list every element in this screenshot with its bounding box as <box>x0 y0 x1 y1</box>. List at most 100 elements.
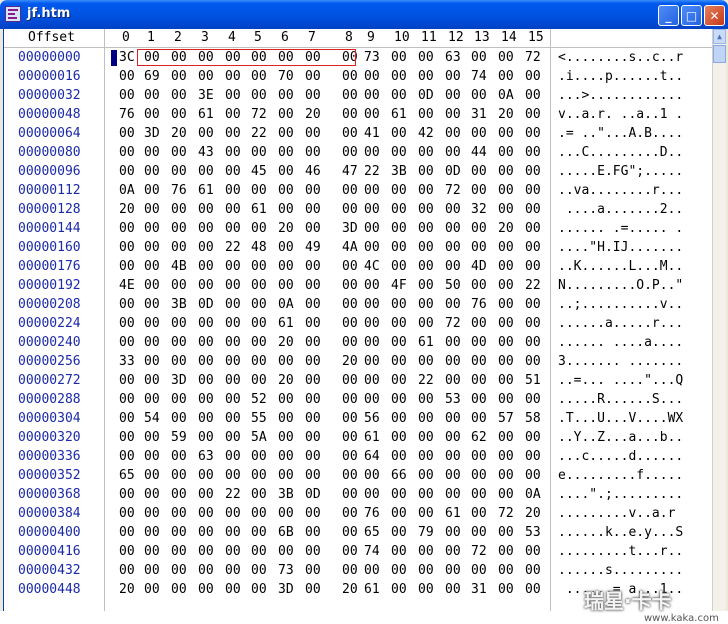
hex-byte[interactable]: 00 <box>119 238 135 257</box>
hex-byte[interactable]: 4C <box>364 257 380 276</box>
hex-byte[interactable]: 00 <box>391 143 407 162</box>
hex-byte[interactable]: 00 <box>364 200 380 219</box>
hex-byte[interactable]: 00 <box>364 219 380 238</box>
hex-byte[interactable]: 00 <box>525 542 541 561</box>
hex-byte[interactable]: 3C <box>119 48 135 67</box>
hex-byte[interactable]: 00 <box>525 162 541 181</box>
hex-byte[interactable]: 00 <box>525 314 541 333</box>
hex-byte[interactable]: 00 <box>251 447 267 466</box>
ascii-row[interactable]: .....R......S... <box>553 390 711 409</box>
hex-byte[interactable]: 00 <box>418 314 434 333</box>
hex-byte[interactable]: 00 <box>498 580 514 599</box>
hex-byte[interactable]: 00 <box>445 67 461 86</box>
hex-byte[interactable]: 20 <box>119 580 135 599</box>
ascii-row[interactable]: .= .."...A.B.... <box>553 124 711 143</box>
hex-byte[interactable]: 00 <box>471 523 487 542</box>
hex-byte[interactable]: 00 <box>364 295 380 314</box>
hex-byte[interactable]: 00 <box>445 124 461 143</box>
ascii-row[interactable]: N.........O.P.." <box>553 276 711 295</box>
hex-byte[interactable]: 00 <box>364 466 380 485</box>
hex-byte[interactable]: 61 <box>364 580 380 599</box>
hex-byte[interactable]: 64 <box>364 447 380 466</box>
hex-byte[interactable]: 00 <box>225 162 241 181</box>
hex-byte[interactable]: 00 <box>171 162 187 181</box>
hex-byte[interactable]: 00 <box>445 485 461 504</box>
hex-byte[interactable]: 00 <box>342 181 358 200</box>
hex-byte[interactable]: 00 <box>198 561 214 580</box>
hex-byte[interactable]: 20 <box>342 580 358 599</box>
hex-byte[interactable]: 45 <box>251 162 267 181</box>
hex-byte[interactable]: 00 <box>251 219 267 238</box>
hex-byte[interactable]: 20 <box>498 105 514 124</box>
hex-byte[interactable]: 00 <box>342 276 358 295</box>
hex-byte[interactable]: 00 <box>445 86 461 105</box>
hex-byte[interactable]: 00 <box>119 447 135 466</box>
hex-byte[interactable]: 00 <box>342 409 358 428</box>
hex-byte[interactable]: 00 <box>305 561 321 580</box>
hex-byte[interactable]: 00 <box>119 67 135 86</box>
hex-byte[interactable]: 00 <box>251 86 267 105</box>
hex-byte[interactable]: 00 <box>342 542 358 561</box>
hex-byte[interactable]: 00 <box>471 124 487 143</box>
hex-byte[interactable]: 00 <box>391 295 407 314</box>
hex-byte[interactable]: 00 <box>144 371 160 390</box>
hex-byte[interactable]: 00 <box>498 561 514 580</box>
hex-byte[interactable]: 0A <box>278 295 294 314</box>
hex-editor-icon[interactable] <box>5 6 21 22</box>
hex-byte[interactable]: 00 <box>342 124 358 143</box>
hex-byte[interactable]: 00 <box>471 181 487 200</box>
hex-byte[interactable]: 00 <box>471 86 487 105</box>
hex-byte[interactable]: 00 <box>305 409 321 428</box>
hex-byte[interactable]: 00 <box>525 67 541 86</box>
hex-byte[interactable]: 73 <box>278 561 294 580</box>
hex-byte[interactable]: 00 <box>364 86 380 105</box>
hex-byte[interactable]: 00 <box>119 295 135 314</box>
hex-byte[interactable]: 0D <box>198 295 214 314</box>
hex-byte[interactable]: 00 <box>418 580 434 599</box>
hex-byte[interactable]: 00 <box>171 580 187 599</box>
hex-byte[interactable]: 00 <box>342 466 358 485</box>
hex-byte[interactable]: 00 <box>445 143 461 162</box>
hex-byte[interactable]: 00 <box>471 447 487 466</box>
hex-byte[interactable]: 00 <box>391 523 407 542</box>
hex-byte[interactable]: 72 <box>251 105 267 124</box>
hex-byte[interactable]: 00 <box>305 523 321 542</box>
hex-byte[interactable]: 00 <box>198 200 214 219</box>
hex-byte[interactable]: 00 <box>278 352 294 371</box>
hex-byte[interactable]: 00 <box>171 67 187 86</box>
hex-byte[interactable]: 00 <box>198 352 214 371</box>
hex-byte[interactable]: 00 <box>525 181 541 200</box>
hex-byte[interactable]: 0A <box>525 485 541 504</box>
hex-byte[interactable]: 00 <box>364 105 380 124</box>
hex-byte[interactable]: 00 <box>391 86 407 105</box>
hex-byte[interactable]: 00 <box>225 181 241 200</box>
hex-byte[interactable]: 4E <box>119 276 135 295</box>
hex-byte[interactable]: 76 <box>119 105 135 124</box>
hex-byte[interactable]: 00 <box>251 352 267 371</box>
hex-byte[interactable]: 00 <box>144 580 160 599</box>
hex-byte[interactable]: 00 <box>119 504 135 523</box>
hex-byte[interactable]: 61 <box>364 428 380 447</box>
hex-byte[interactable]: 00 <box>251 371 267 390</box>
ascii-row[interactable]: ....".;......... <box>553 485 711 504</box>
hex-byte[interactable]: 00 <box>471 485 487 504</box>
hex-byte[interactable]: 00 <box>525 105 541 124</box>
hex-byte[interactable]: 00 <box>364 314 380 333</box>
hex-byte[interactable]: 44 <box>471 143 487 162</box>
hex-byte[interactable]: 00 <box>144 447 160 466</box>
hex-byte[interactable]: 00 <box>364 371 380 390</box>
hex-byte[interactable]: 00 <box>305 371 321 390</box>
hex-byte[interactable]: 00 <box>225 333 241 352</box>
hex-byte[interactable]: 73 <box>364 48 380 67</box>
hex-byte[interactable]: 00 <box>278 181 294 200</box>
hex-byte[interactable]: 00 <box>198 314 214 333</box>
hex-byte[interactable]: 61 <box>251 200 267 219</box>
hex-byte[interactable]: 00 <box>278 200 294 219</box>
hex-byte[interactable]: 00 <box>418 181 434 200</box>
hex-byte[interactable]: 00 <box>391 371 407 390</box>
hex-byte[interactable]: 00 <box>418 352 434 371</box>
hex-byte[interactable]: 00 <box>418 200 434 219</box>
hex-byte[interactable]: 00 <box>305 428 321 447</box>
hex-byte[interactable]: 00 <box>418 409 434 428</box>
hex-byte[interactable]: 3D <box>278 580 294 599</box>
